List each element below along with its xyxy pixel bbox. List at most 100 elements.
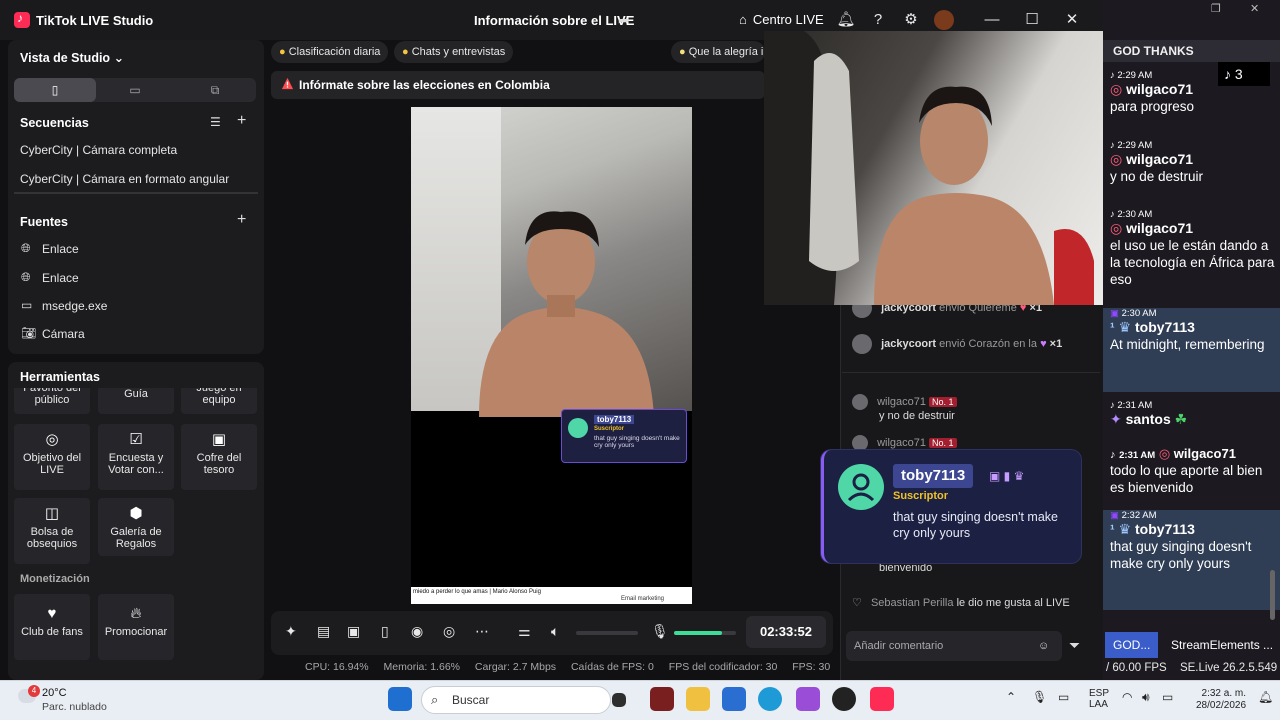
live-info-title[interactable]: Información sobre el LIVE [474, 13, 634, 28]
restore-icon[interactable]: ❐ [1211, 2, 1221, 15]
tool-treasure-chest[interactable]: ▣ Cofre del tesoro [181, 424, 257, 490]
user-icon [838, 464, 884, 510]
election-alert[interactable]: Infórmate sobre las elecciones en Colomb… [271, 71, 765, 99]
speaker-icon[interactable]: 🔈︎ [551, 623, 559, 640]
close-icon[interactable]: ✕ [1250, 2, 1259, 15]
share-icon[interactable]: ➦ [618, 12, 630, 29]
adjust-icon[interactable]: ⚌ [518, 623, 531, 640]
chat-user[interactable]: Sebastian Perilla [871, 597, 954, 609]
tab-streamelements[interactable]: StreamElements ... [1163, 632, 1280, 658]
weather-desc: Parc. nublado [42, 701, 107, 713]
heart-gift-icon: ♥ [1040, 337, 1047, 350]
studio-view-dropdown[interactable]: Vista de Studio ⌄ [20, 50, 124, 65]
chat-user[interactable]: jackycoort [881, 338, 936, 350]
split-layout-button[interactable]: ⧉ [174, 78, 256, 102]
msg-user: wilgaco71 [1126, 151, 1194, 167]
source-item[interactable]: Enlace [42, 242, 79, 256]
webcam-window[interactable] [764, 31, 1114, 305]
rank-badge: No. 1 [929, 396, 957, 407]
streamelements-icon[interactable] [796, 687, 820, 711]
stream-chat-message: ▣ 2:32 AM ¹ ♛ toby7113 that guy singing … [1103, 510, 1280, 610]
sequence-item[interactable]: CyberCity | Cámara completa [20, 143, 177, 157]
volume-icon[interactable]: 🔊︎ [1142, 690, 1150, 705]
tiktok-icon: ♪ [1110, 140, 1115, 151]
stream-preview[interactable]: toby7113 Suscriptor that guy singing doe… [411, 107, 692, 604]
chip-daily-ranking[interactable]: ● Clasificación diaria [271, 41, 389, 63]
taskbar-search[interactable]: ⌕ Buscar [421, 686, 611, 714]
wifi-icon[interactable]: ◠ [1122, 690, 1132, 704]
tiktok-studio-icon[interactable] [870, 687, 894, 711]
camera-switch-icon[interactable]: ◎ [443, 623, 455, 640]
tool-fan-club[interactable]: ♥ Club de fans [14, 594, 90, 660]
record-icon[interactable]: ◉ [411, 623, 423, 640]
file-explorer-icon[interactable] [686, 687, 710, 711]
user-icon [568, 418, 588, 438]
tool-live-goal[interactable]: ◎ Objetivo del LIVE [14, 424, 90, 490]
window-icon: ▭ [21, 298, 33, 312]
overlay-name: toby7113 [594, 415, 635, 424]
chip-chats[interactable]: ● Chats y entrevistas [394, 41, 514, 63]
filter-icon[interactable]: ⏷ [1069, 637, 1080, 654]
chat-user[interactable]: wilgaco71 [877, 437, 926, 449]
edge-icon[interactable] [758, 687, 782, 711]
source-item[interactable]: Cámara [42, 327, 85, 341]
chat-user[interactable]: wilgaco71 [877, 396, 926, 408]
tool-guide[interactable]: Guía [98, 388, 174, 414]
portrait-layout-button[interactable]: ▯ [14, 78, 96, 102]
notification-icon[interactable]: 🔔︎ [1258, 690, 1273, 704]
tool-gift-bag[interactable]: ◫ Bolsa de obsequios [14, 498, 90, 564]
overlay-msg: that guy singing doesn't make cry only y… [594, 435, 680, 449]
maximize-icon[interactable]: ☐ [1022, 10, 1042, 30]
bell-icon[interactable]: 🔔︎ [836, 10, 856, 30]
monitor-icon[interactable]: ▭ [1058, 690, 1069, 704]
add-sequence-icon[interactable]: + [237, 112, 246, 130]
sequence-item[interactable]: CyberCity | Cámara en formato angular [20, 172, 229, 186]
live-center-button[interactable]: ⌂ Centro LIVE [739, 12, 824, 27]
minimize-icon[interactable]: — [982, 10, 1002, 30]
emoji-icon[interactable]: ☺ [1038, 631, 1049, 661]
mic-icon[interactable]: 🎙︎ [1032, 690, 1047, 704]
layout-icon[interactable]: ▣ [347, 623, 360, 640]
chip-joy[interactable]: ● Que la alegría i [671, 41, 765, 63]
volume-slider[interactable] [576, 631, 638, 635]
tool-team-game[interactable]: Juego en equipo [181, 388, 257, 414]
obs-icon[interactable] [832, 687, 856, 711]
media-icon[interactable]: ▤ [317, 623, 330, 640]
tool-favorite[interactable]: Favorito del público [14, 388, 90, 414]
tiktok-logo-icon [14, 11, 30, 28]
windows-start-icon[interactable] [388, 687, 412, 711]
task-view-icon[interactable] [612, 693, 626, 707]
comment-input[interactable]: Añadir comentario ☺ [846, 631, 1062, 661]
weather-widget[interactable]: 4 20°C Parc. nublado [16, 685, 126, 715]
tray-chevron-icon[interactable]: ⌃ [1006, 690, 1016, 704]
msg-user: santos [1125, 411, 1171, 427]
frame-drop-stat: Caídas de FPS: 0 [570, 661, 654, 673]
tool-promote[interactable]: 🔥︎ Promocionar [98, 594, 174, 660]
battery-icon[interactable]: ▭ [1162, 690, 1173, 704]
source-item[interactable]: msedge.exe [42, 299, 107, 313]
app-icon[interactable] [650, 687, 674, 711]
source-item[interactable]: Enlace [42, 271, 79, 285]
chat-scrollbar[interactable] [1270, 570, 1275, 620]
add-source-icon[interactable]: + [237, 211, 246, 229]
upload-stat: Cargar: 2.7 Mbps [474, 661, 557, 673]
mic-icon[interactable]: 🎙︎ [651, 623, 669, 640]
tool-poll[interactable]: ☑ Encuesta y Votar con... [98, 424, 174, 490]
store-icon[interactable] [722, 687, 746, 711]
close-icon[interactable]: ✕ [1062, 10, 1082, 30]
clock[interactable]: 2:32 a. m. 28/02/2026 [1196, 688, 1246, 712]
help-icon[interactable]: ? [868, 10, 888, 30]
magic-wand-icon[interactable]: ✦ [285, 623, 297, 640]
list-icon[interactable]: ☰ [210, 115, 221, 129]
control-bar: ✦ ▤ ▣ ▯ ◉ ◎ ⋯ ⚌ 🔈︎ 🎙︎ 02:33:52 [271, 611, 833, 655]
mic-slider[interactable] [674, 631, 736, 635]
gear-icon[interactable]: ⚙ [901, 10, 921, 30]
tool-gift-gallery[interactable]: ⬢ Galería de Regalos [98, 498, 174, 556]
language-indicator[interactable]: ESP LAA [1089, 688, 1109, 710]
landscape-layout-button[interactable]: ▭ [94, 78, 176, 102]
phone-icon[interactable]: ▯ [381, 623, 389, 640]
tab-god[interactable]: GOD... [1105, 632, 1159, 658]
divider [14, 192, 258, 194]
avatar[interactable] [934, 10, 954, 30]
more-icon[interactable]: ⋯ [475, 623, 489, 640]
